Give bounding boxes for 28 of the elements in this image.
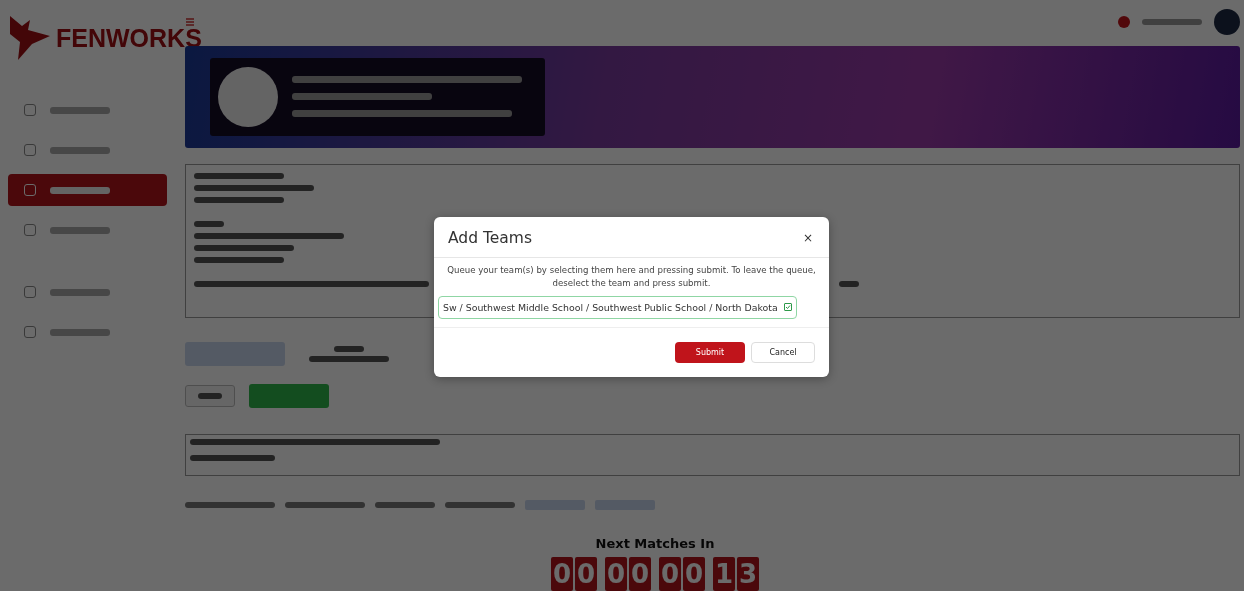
- blurred-text: [375, 502, 435, 508]
- dialog-title: Add Teams: [448, 229, 532, 247]
- avatar[interactable]: [1214, 8, 1240, 35]
- checkbox-icon[interactable]: [783, 303, 792, 312]
- cancel-button[interactable]: Cancel: [751, 341, 815, 363]
- team-option[interactable]: Sw / Southwest Middle School / Southwest Public School / North Dakota: [438, 295, 797, 319]
- fox-logo-icon: [8, 14, 52, 62]
- blurred-text: [194, 221, 224, 228]
- countdown-digit: 0: [683, 557, 705, 591]
- blurred-text: [839, 281, 859, 288]
- countdown-digit: 0: [551, 557, 573, 591]
- menu-icon[interactable]: [185, 16, 195, 27]
- blurred-text: [445, 502, 515, 508]
- countdown-digit: 0: [629, 557, 651, 591]
- countdown-digit: 0: [575, 557, 597, 591]
- close-button[interactable]: ×: [800, 231, 815, 245]
- sidebar-item[interactable]: [8, 174, 167, 206]
- countdown-digit: 3: [737, 557, 759, 591]
- brand-logo-text: FENWORKS: [56, 23, 202, 53]
- countdown-digit: 0: [659, 557, 681, 591]
- action-button[interactable]: [249, 384, 329, 409]
- dropdown[interactable]: [185, 385, 235, 408]
- countdown-digit: 0: [605, 557, 627, 591]
- blurred-text: [1142, 18, 1202, 25]
- submit-button[interactable]: Submit: [675, 341, 745, 363]
- countdown-title: Next Matches In: [595, 536, 715, 551]
- notification-icon[interactable]: [1118, 15, 1130, 28]
- countdown-digit: 1: [713, 557, 735, 591]
